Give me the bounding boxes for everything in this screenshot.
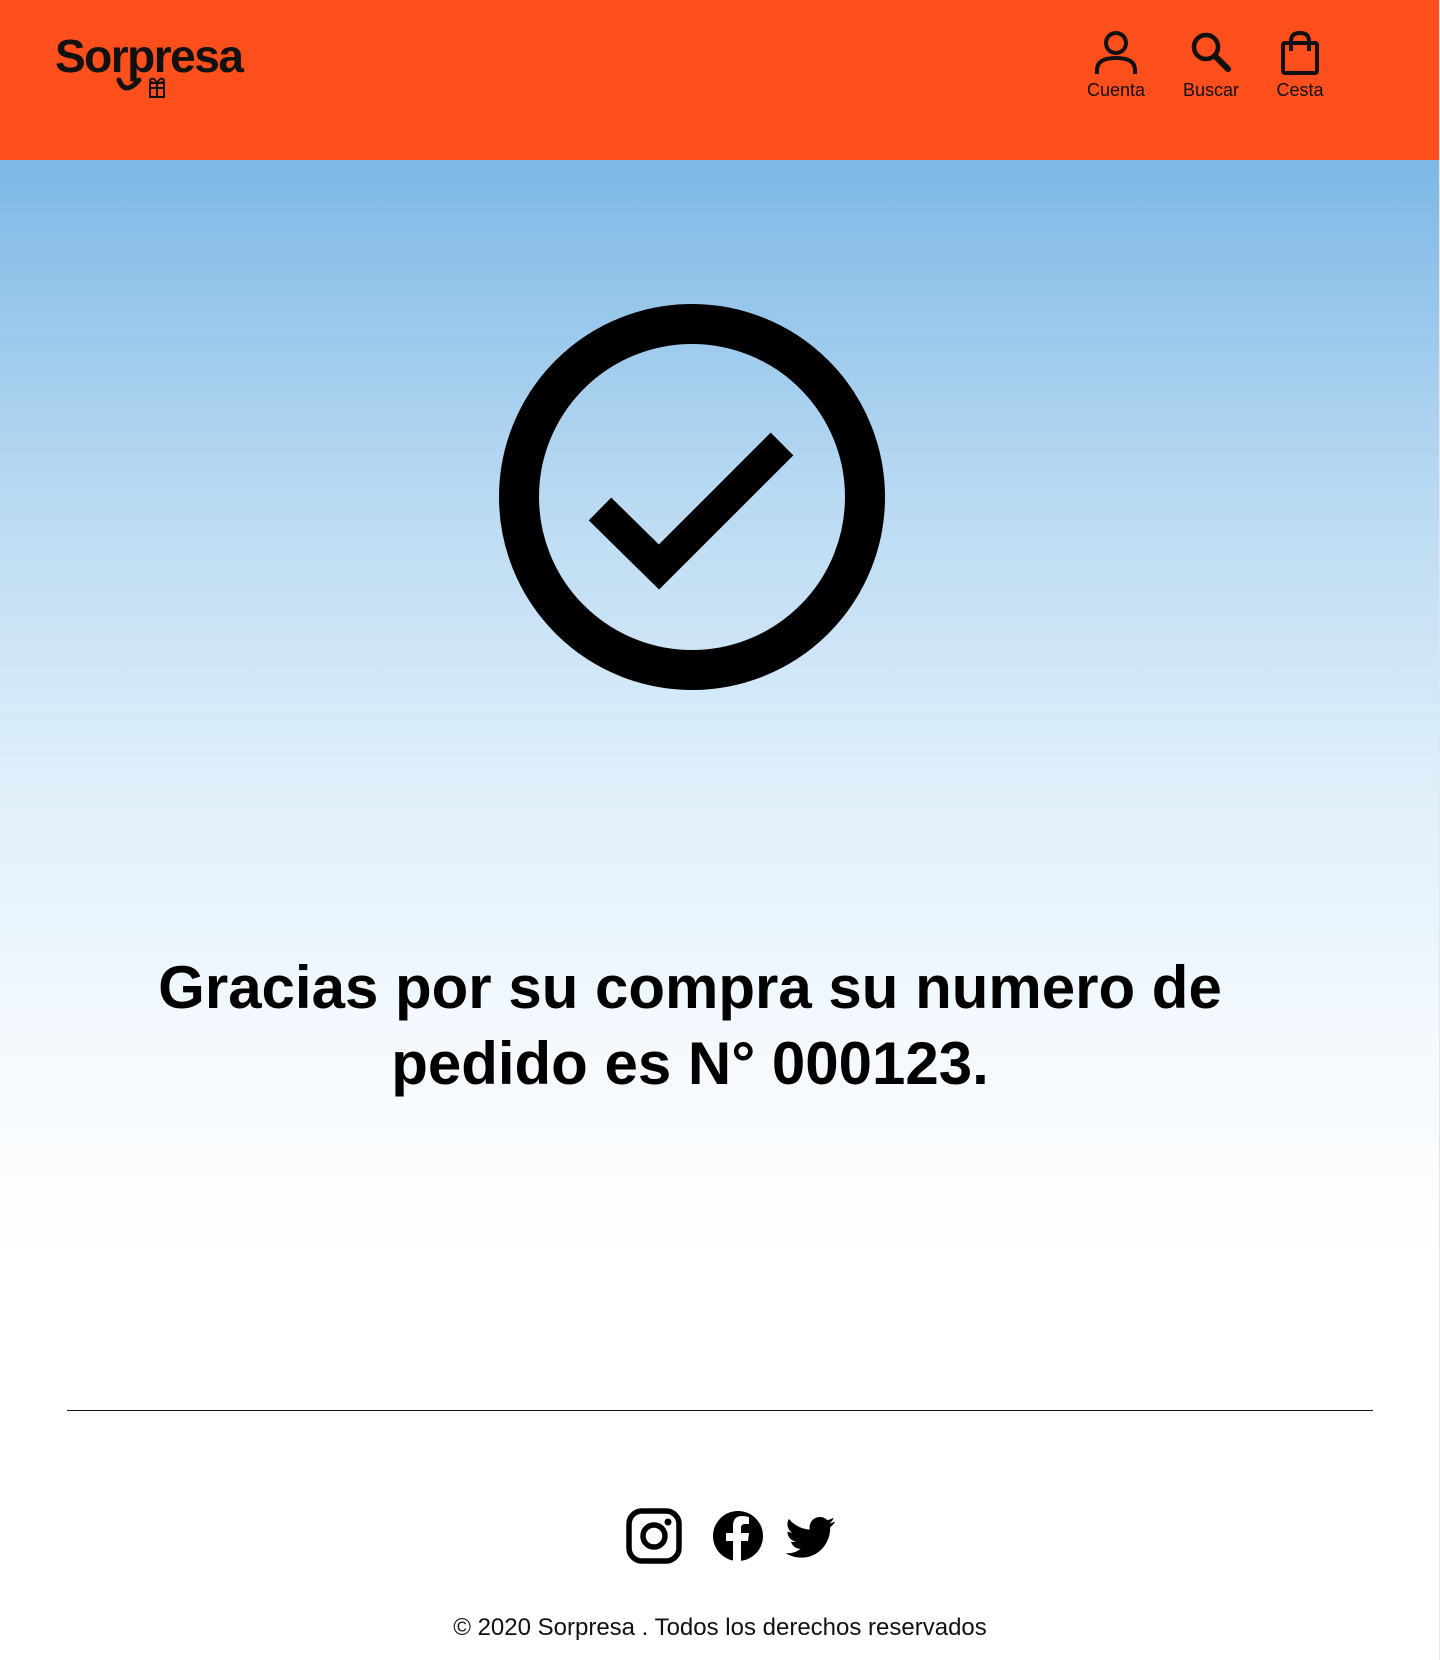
twitter-icon[interactable]	[786, 1512, 836, 1562]
search-icon	[1191, 32, 1231, 72]
shopping-bag-icon	[1281, 30, 1319, 75]
check-circle-icon	[499, 304, 885, 690]
nav-cart-label: Cesta	[1276, 80, 1324, 100]
facebook-icon[interactable]	[710, 1508, 766, 1564]
nav-account-label: Cuenta	[1086, 80, 1146, 100]
sorpresa-logo[interactable]: Sorpresa	[55, 30, 255, 104]
logo-smile-gift-icon	[116, 77, 165, 98]
instagram-icon[interactable]	[626, 1508, 682, 1564]
user-icon	[1095, 31, 1137, 74]
site-header: Sorpresa Cuenta Buscar Cesta	[0, 0, 1440, 160]
nav-search-label: Buscar	[1182, 80, 1240, 100]
copyright-text: © 2020 Sorpresa . Todos los derechos res…	[453, 1614, 987, 1641]
nav-cart-button[interactable]: Cesta	[1255, 30, 1345, 110]
footer-divider	[67, 1410, 1373, 1411]
order-confirmation-message: Gracias por su compra su numero de pedid…	[158, 954, 1222, 1097]
nav-account-button[interactable]: Cuenta	[1071, 30, 1161, 110]
nav-search-button[interactable]: Buscar	[1166, 30, 1256, 110]
